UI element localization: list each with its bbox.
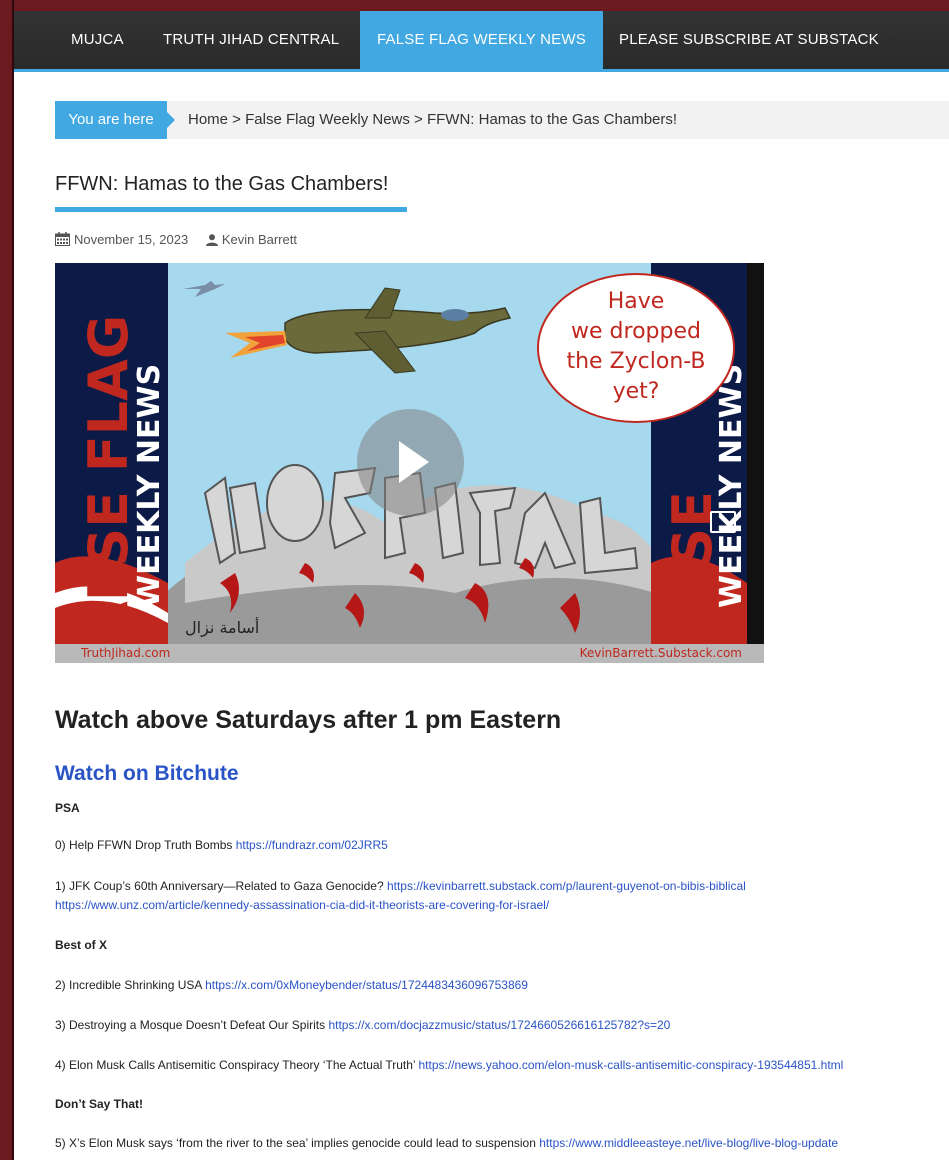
list-item-5: 5) X’s Elon Musk says ‘from the river to…: [55, 1136, 839, 1150]
post-title: FFWN: Hamas to the Gas Chambers!: [55, 173, 389, 195]
list-item-2: 2) Incredible Shrinking USA https://x.co…: [55, 978, 528, 992]
item5-link[interactable]: https://www.middleeasteye.net/live-blog/…: [539, 1136, 838, 1150]
page-top-border: [14, 0, 949, 11]
banner-left: ALSE FLAG WEEKLY NEWS: [55, 263, 168, 650]
main-navbar: MUJCA TRUTH JIHAD CENTRAL FALSE FLAG WEE…: [14, 11, 949, 72]
list-item-0: 0) Help FFWN Drop Truth Bombs https://fu…: [55, 838, 388, 852]
post-meta: November 15, 2023 Kevin Barrett: [55, 232, 297, 249]
play-icon[interactable]: [357, 409, 464, 516]
best-of-x-heading: Best of X: [55, 938, 108, 952]
dont-say-that-heading: Don’t Say That!: [55, 1097, 144, 1111]
post-date: November 15, 2023: [74, 232, 189, 247]
list-item-4: 4) Elon Musk Calls Antisemitic Conspirac…: [55, 1058, 844, 1072]
breadcrumb-label: You are here: [55, 101, 175, 139]
picture-in-picture-icon[interactable]: [710, 511, 736, 533]
post-author[interactable]: Kevin Barrett: [222, 232, 297, 247]
bitchute-link[interactable]: Watch on Bitchute: [55, 762, 239, 786]
title-underline: [55, 207, 407, 212]
speech-bubble: Have we dropped the Zyclon-B yet?: [537, 273, 735, 423]
nav-item-truth-jihad-central[interactable]: TRUTH JIHAD CENTRAL: [146, 11, 356, 69]
watch-heading: Watch above Saturdays after 1 pm Eastern: [55, 706, 562, 734]
footer-right-text: KevinBarrett.Substack.com: [579, 646, 742, 660]
breadcrumb: You are here Home > False Flag Weekly Ne…: [55, 101, 949, 139]
list-item-1: 1) JFK Coup’s 60th Anniversary—Related t…: [55, 879, 746, 893]
list-item-1-cont: https://www.unz.com/article/kennedy-assa…: [55, 898, 549, 912]
video-footer: TruthJihad.com KevinBarrett.Substack.com: [55, 644, 764, 663]
user-icon: [205, 234, 218, 249]
nav-item-mujca[interactable]: MUJCA: [54, 11, 141, 69]
item4-link[interactable]: https://news.yahoo.com/elon-musk-calls-a…: [418, 1058, 843, 1072]
nav-item-false-flag-weekly-news[interactable]: FALSE FLAG WEEKLY NEWS: [360, 11, 603, 69]
psa-heading: PSA: [55, 801, 80, 815]
footer-left-text: TruthJihad.com: [81, 646, 171, 660]
svg-text:WEEKLY NEWS: WEEKLY NEWS: [132, 364, 167, 608]
svg-text:أسامة نزال: أسامة نزال: [185, 617, 259, 638]
item3-link[interactable]: https://x.com/docjazzmusic/status/172466…: [328, 1018, 670, 1032]
banner-right-edge: [747, 263, 764, 663]
page-left-border: [0, 0, 14, 1160]
breadcrumb-path[interactable]: Home > False Flag Weekly News > FFWN: Ha…: [188, 101, 677, 139]
item1-link[interactable]: https://kevinbarrett.substack.com/p/laur…: [387, 879, 746, 893]
list-item-3: 3) Destroying a Mosque Doesn’t Defeat Ou…: [55, 1018, 671, 1032]
svg-text:ALSE FLAG: ALSE FLAG: [77, 315, 140, 643]
video-player[interactable]: أسامة نزال ALSE FLAG WEEKLY NEWS ALSE WE…: [55, 263, 764, 663]
item0-link[interactable]: https://fundrazr.com/02JRR5: [236, 838, 388, 852]
item1-link2[interactable]: https://www.unz.com/article/kennedy-assa…: [55, 898, 549, 912]
item2-link[interactable]: https://x.com/0xMoneybender/status/17244…: [205, 978, 528, 992]
nav-item-subscribe-substack[interactable]: PLEASE SUBSCRIBE AT SUBSTACK: [602, 11, 896, 69]
calendar-icon: [55, 232, 70, 249]
